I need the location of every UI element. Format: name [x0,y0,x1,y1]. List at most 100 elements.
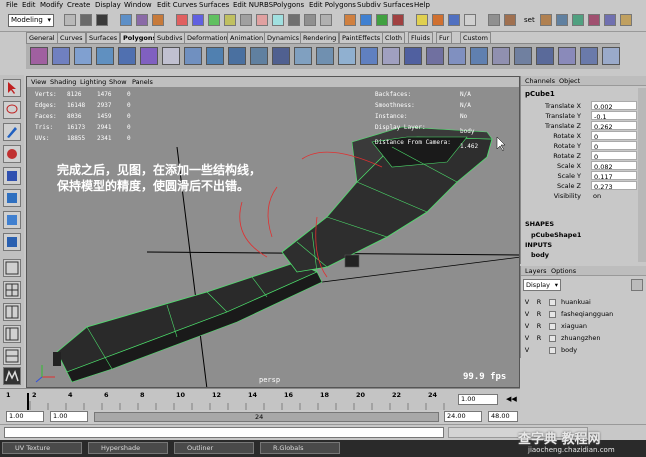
select-object-icon[interactable] [136,14,148,26]
select-hierarchy-icon[interactable] [120,14,132,26]
smooth-icon[interactable] [294,47,312,65]
manipulator-tool-icon[interactable] [3,211,21,229]
end-time-field[interactable]: 48.00 [488,411,518,422]
viewport-menu-shading[interactable]: Shading [50,77,76,87]
uv-automatic-icon[interactable] [492,47,510,65]
channel-value-field[interactable]: 0 [591,131,637,141]
mask-icon[interactable] [288,14,300,26]
separate-icon[interactable] [184,47,202,65]
input-name[interactable]: body [531,251,549,259]
menu-edit-curves[interactable]: Edit Curves [157,0,197,10]
layer-name[interactable]: xiaguan [561,321,587,332]
taskbar-hypershade[interactable]: Hypershade [88,442,168,454]
layer-color-swatch[interactable] [549,323,556,330]
viewport-menu-lighting[interactable]: Lighting [80,77,106,87]
time-slider[interactable]: 1 2 4 6 8 10 12 14 16 18 20 22 24 1.00 ◀… [0,388,520,411]
tab-painteffects[interactable]: PaintEffects [339,32,384,43]
channel-row[interactable]: Scale Y 0.117 [521,171,637,181]
channel-row[interactable]: Scale Z 0.273 [521,181,637,191]
tab-fur[interactable]: Fur [436,32,453,43]
layout-four-icon[interactable] [3,281,21,299]
extrude-face-icon[interactable] [206,47,224,65]
channel-value-field[interactable]: -0.1 [591,111,637,121]
layer-name[interactable]: zhuangzhen [561,333,601,344]
reverse-normals-icon[interactable] [404,47,422,65]
append-polygon-icon[interactable] [338,47,356,65]
tab-deformation[interactable]: Deformation [184,32,231,43]
channel-value-field[interactable]: on [591,191,637,200]
menu-edit[interactable]: Edit [22,0,36,10]
lasso-tool-icon[interactable] [3,101,21,119]
tab-surfaces[interactable]: Surfaces [86,32,121,43]
snap-surface-icon[interactable] [392,14,404,26]
menu-surfaces[interactable]: Surfaces [199,0,229,10]
menu-file[interactable]: File [6,0,18,10]
input-field-icon[interactable] [488,14,500,26]
layout-icon[interactable] [620,14,632,26]
menu-edit-polygons[interactable]: Edit Polygons [309,0,356,10]
scale-tool-icon[interactable] [3,189,21,207]
taskbar-outliner[interactable]: Outliner [174,442,254,454]
mask-icon[interactable] [256,14,268,26]
mask-icon[interactable] [208,14,220,26]
texture-editor-icon[interactable] [514,47,532,65]
poly-cube-icon[interactable] [52,47,70,65]
mask-icon[interactable] [320,14,332,26]
new-layer-icon[interactable] [631,279,643,291]
menu-help[interactable]: Help [414,0,430,10]
uv-spherical-icon[interactable] [470,47,488,65]
mask-icon[interactable] [192,14,204,26]
object-name[interactable]: pCube1 [525,90,555,98]
playback-end-field[interactable]: 24.00 [444,411,482,422]
save-scene-icon[interactable] [96,14,108,26]
mirror-geometry-icon[interactable] [536,47,554,65]
command-input[interactable] [4,427,444,438]
combine-icon[interactable] [162,47,180,65]
channel-row[interactable]: Translate Z 0.262 [521,121,637,131]
layer-name[interactable]: huankuai [561,297,591,308]
layer-row[interactable]: V Rzhuangzhen [523,333,635,344]
layer-name[interactable]: fasheqiangguan [561,309,613,320]
channel-value-field[interactable]: 0.117 [591,171,637,181]
poly-cylinder-icon[interactable] [74,47,92,65]
channel-value-field[interactable]: 0.082 [591,161,637,171]
merge-vertices-icon[interactable] [316,47,334,65]
last-tool-icon[interactable] [3,233,21,251]
tab-cloth[interactable]: Cloth [382,32,405,43]
cut-faces-icon[interactable] [360,47,378,65]
menu-create[interactable]: Create [67,0,90,10]
playback-start-field[interactable]: 1.00 [50,411,88,422]
reference-toggle[interactable]: R [535,333,543,344]
channel-value-field[interactable]: 0 [591,151,637,161]
viewport-menu-view[interactable]: View [31,77,46,87]
visibility-toggle[interactable]: V [523,345,531,356]
layout-graph-icon[interactable] [3,347,21,365]
layer-row[interactable]: Vbody [523,345,635,356]
channel-box-scrollbar[interactable] [638,88,646,262]
poly-cone-icon[interactable] [96,47,114,65]
extrude-edge-icon[interactable] [228,47,246,65]
menu-modify[interactable]: Modify [40,0,63,10]
uv-cylindrical-icon[interactable] [448,47,466,65]
layout-icon[interactable] [604,14,616,26]
layout-outliner-icon[interactable] [3,325,21,343]
split-polygon-icon[interactable] [272,47,290,65]
snap-point-icon[interactable] [376,14,388,26]
history-icon[interactable] [416,14,428,26]
channel-row[interactable]: Translate X 0.002 [521,101,637,111]
reference-toggle[interactable]: R [535,321,543,332]
soften-edge-icon[interactable] [382,47,400,65]
uv-planar-icon[interactable] [426,47,444,65]
channel-row[interactable]: Translate Y -0.1 [521,111,637,121]
mask-icon[interactable] [272,14,284,26]
menu-polygons[interactable]: Polygons [273,0,304,10]
layer-color-swatch[interactable] [549,299,556,306]
taskbar-render-globals[interactable]: R.Globals [260,442,340,454]
tab-rendering[interactable]: Rendering [300,32,340,43]
input-field-icon[interactable] [504,14,516,26]
move-tool-icon[interactable] [3,145,21,163]
range-slider-bar[interactable]: 24 [94,412,439,422]
channel-row[interactable]: Rotate Z 0 [521,151,637,161]
rotate-tool-icon[interactable] [3,167,21,185]
mask-icon[interactable] [176,14,188,26]
